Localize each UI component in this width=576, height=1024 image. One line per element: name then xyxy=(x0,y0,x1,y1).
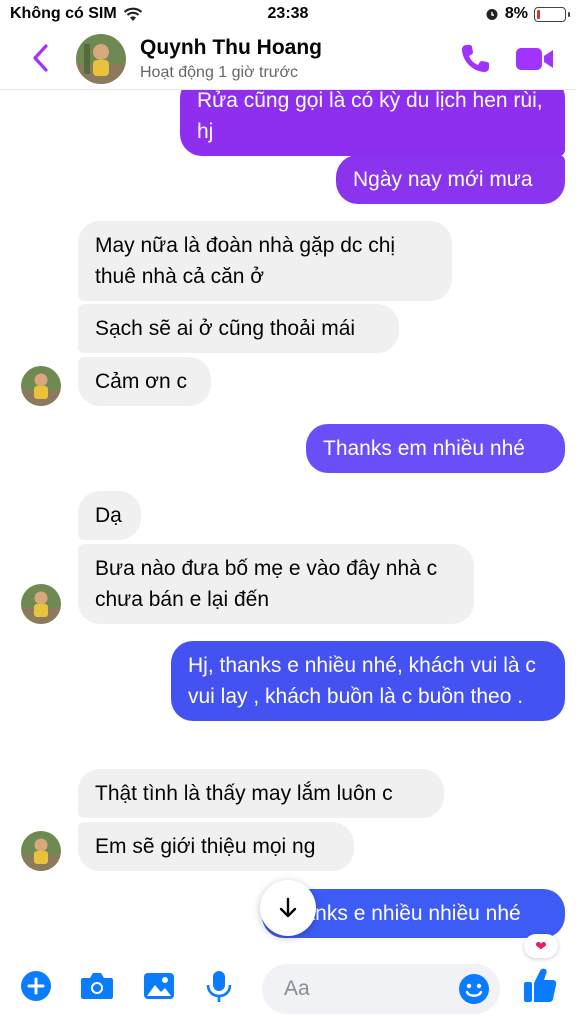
message-text: Cảm ơn c xyxy=(95,370,187,393)
camera-icon[interactable] xyxy=(79,970,115,1002)
back-chevron-icon[interactable] xyxy=(26,40,56,76)
message-text: Hj, thanks e nhiều nhé, khách vui là c v… xyxy=(188,654,536,708)
sender-avatar[interactable] xyxy=(21,584,61,624)
message-outgoing[interactable]: Ngày nay mới mưa xyxy=(336,155,565,204)
message-outgoing[interactable]: Thanks em nhiều nhé xyxy=(306,424,565,473)
battery-percent: 8% xyxy=(504,5,528,22)
message-text: Ngày nay mới mưa xyxy=(353,168,533,191)
message-incoming[interactable]: Cảm ơn c xyxy=(78,357,211,406)
message-incoming[interactable]: Em sẽ giới thiệu mọi ng xyxy=(78,822,354,871)
active-status: Hoạt động 1 giờ trước xyxy=(140,64,298,81)
message-incoming[interactable]: Bưa nào đưa bố mẹ e vào đây nhà c chưa b… xyxy=(78,544,474,624)
message-text: Rửa cũng gọi là có kỳ du lịch hen rùi, h… xyxy=(197,90,543,143)
message-text: May nữa là đoàn nhà gặp dc chị thuê nhà … xyxy=(95,234,396,288)
status-bar: Không có SIM 23:38 8% xyxy=(0,0,576,30)
phone-call-icon[interactable] xyxy=(458,42,492,76)
message-incoming[interactable]: Sạch sẽ ai ở cũng thoải mái xyxy=(78,304,399,353)
message-incoming[interactable]: Thật tình là thấy may lắm luôn c xyxy=(78,769,444,818)
plus-icon[interactable] xyxy=(20,970,52,1002)
alarm-icon xyxy=(486,9,498,20)
message-incoming[interactable]: May nữa là đoàn nhà gặp dc chị thuê nhà … xyxy=(78,221,452,301)
gallery-icon[interactable] xyxy=(142,970,176,1002)
message-text: Thanks em nhiều nhé xyxy=(323,437,525,460)
input-placeholder: Aa xyxy=(284,977,310,1000)
arrow-down-icon xyxy=(279,897,297,918)
video-call-icon[interactable] xyxy=(514,42,556,76)
message-outgoing[interactable]: Hj, thanks e nhiều nhé, khách vui là c v… xyxy=(171,641,565,721)
sender-avatar[interactable] xyxy=(21,366,61,406)
sender-avatar[interactable] xyxy=(21,831,61,871)
message-incoming[interactable]: Dạ xyxy=(78,491,141,540)
composer-bar: Aa xyxy=(0,952,576,1024)
message-input[interactable]: Aa xyxy=(262,964,500,1014)
contact-avatar[interactable] xyxy=(76,34,126,84)
message-list[interactable]: Rửa cũng gọi là có kỳ du lịch hen rùi, h… xyxy=(0,90,576,952)
message-text: Em sẽ giới thiệu mọi ng xyxy=(95,835,316,858)
message-text: Thật tình là thấy may lắm luôn c xyxy=(95,782,393,805)
battery-icon xyxy=(534,6,570,22)
thumbs-up-icon[interactable] xyxy=(522,966,558,1004)
scroll-to-bottom-button[interactable] xyxy=(260,880,316,936)
message-text: Sạch sẽ ai ở cũng thoải mái xyxy=(95,317,356,340)
emoji-icon[interactable] xyxy=(458,973,490,1005)
microphone-icon[interactable] xyxy=(205,970,233,1004)
heart-reaction-icon[interactable]: ❤ xyxy=(524,934,558,958)
status-right: 8% xyxy=(485,5,570,23)
contact-name[interactable]: Quynh Thu Hoang xyxy=(140,36,322,60)
message-outgoing[interactable]: Rửa cũng gọi là có kỳ du lịch hen rùi, h… xyxy=(180,90,565,156)
conversation-header: Quynh Thu Hoang Hoạt động 1 giờ trước xyxy=(0,30,576,90)
message-text: Dạ xyxy=(95,504,122,527)
message-text: Bưa nào đưa bố mẹ e vào đây nhà c chưa b… xyxy=(95,557,438,611)
